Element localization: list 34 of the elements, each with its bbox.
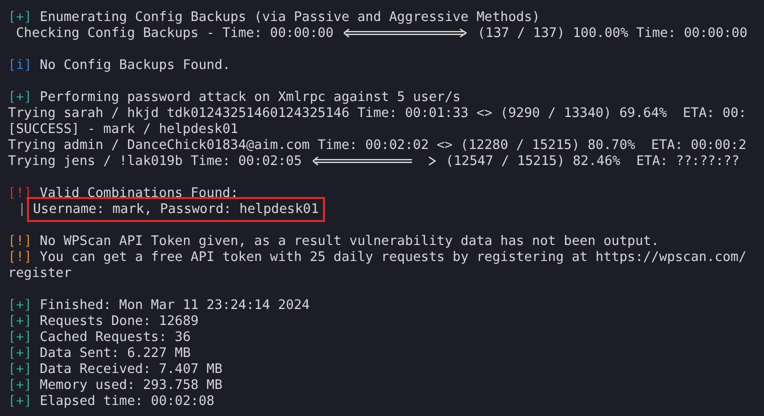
log-message: Cached Requests: 36 [40, 330, 191, 345]
log-message: [SUCCESS] - mark / helpdesk01 [8, 122, 238, 137]
status-prefix: [!] [8, 234, 32, 249]
log-message: Trying jens / !lak019b Time: 00:02:05 [8, 154, 302, 169]
status-prefix: [+] [8, 394, 32, 409]
log-message: You can get a free API token with 25 daily requests by registering at https://wpscan.com/ [40, 250, 746, 265]
status-prefix: [+] [8, 298, 32, 313]
log-message: No WPScan API Token given, as a result vulnerability data has not been output. [40, 234, 660, 249]
status-prefix: [+] [8, 314, 32, 329]
log-message: Performing password attack on Xmlrpc against 5 user/s [40, 90, 461, 105]
status-prefix: [+] [8, 362, 32, 377]
status-prefix: [+] [8, 330, 32, 345]
log-message: Finished: Mon Mar 11 23:24:14 2024 [40, 298, 310, 313]
status-prefix: [+] [8, 10, 32, 25]
status-prefix: [i] [8, 58, 32, 73]
log-message: register [8, 266, 72, 281]
log-message: Trying sarah / hkjd tdk01243251460124325146 Time: 00:01:33 <> (9290 / 13340) 69.64% ETA: 00: [8, 106, 746, 121]
log-message: Data Sent: 6.227 MB [40, 346, 191, 361]
log-message: Trying admin / DanceChick01834@aim.com Time: 00:02:02 <> (12280 / 15215) 80.70% ETA: 00:00:2 [8, 138, 746, 153]
log-message: No Config Backups Found. [40, 58, 230, 73]
log-message: Memory used: 293.758 MB [40, 378, 222, 393]
log-message: Elapsed time: 00:02:08 [40, 394, 214, 409]
status-prefix: [!] [8, 250, 32, 265]
log-message: Enumerating Config Backups (via Passive and Aggressive Methods) [40, 10, 540, 25]
log-message: Data Received: 7.407 MB [40, 362, 222, 377]
log-message: Checking Config Backups - Time: 00:00:00 [14, 26, 334, 41]
log-message: Requests Done: 12689 [40, 314, 199, 329]
credential-text: Username: mark, Password: helpdesk01 [26, 197, 325, 222]
log-message: (12547 / 15215) 82.46% ETA: ??:??:?? [446, 154, 740, 169]
pipe-marker: | [18, 202, 26, 217]
status-prefix: [+] [8, 378, 32, 393]
log-message: (137 / 137) 100.00% Time: 00:00:00 [477, 26, 748, 41]
status-prefix: [+] [8, 346, 32, 361]
status-prefix: [+] [8, 90, 32, 105]
